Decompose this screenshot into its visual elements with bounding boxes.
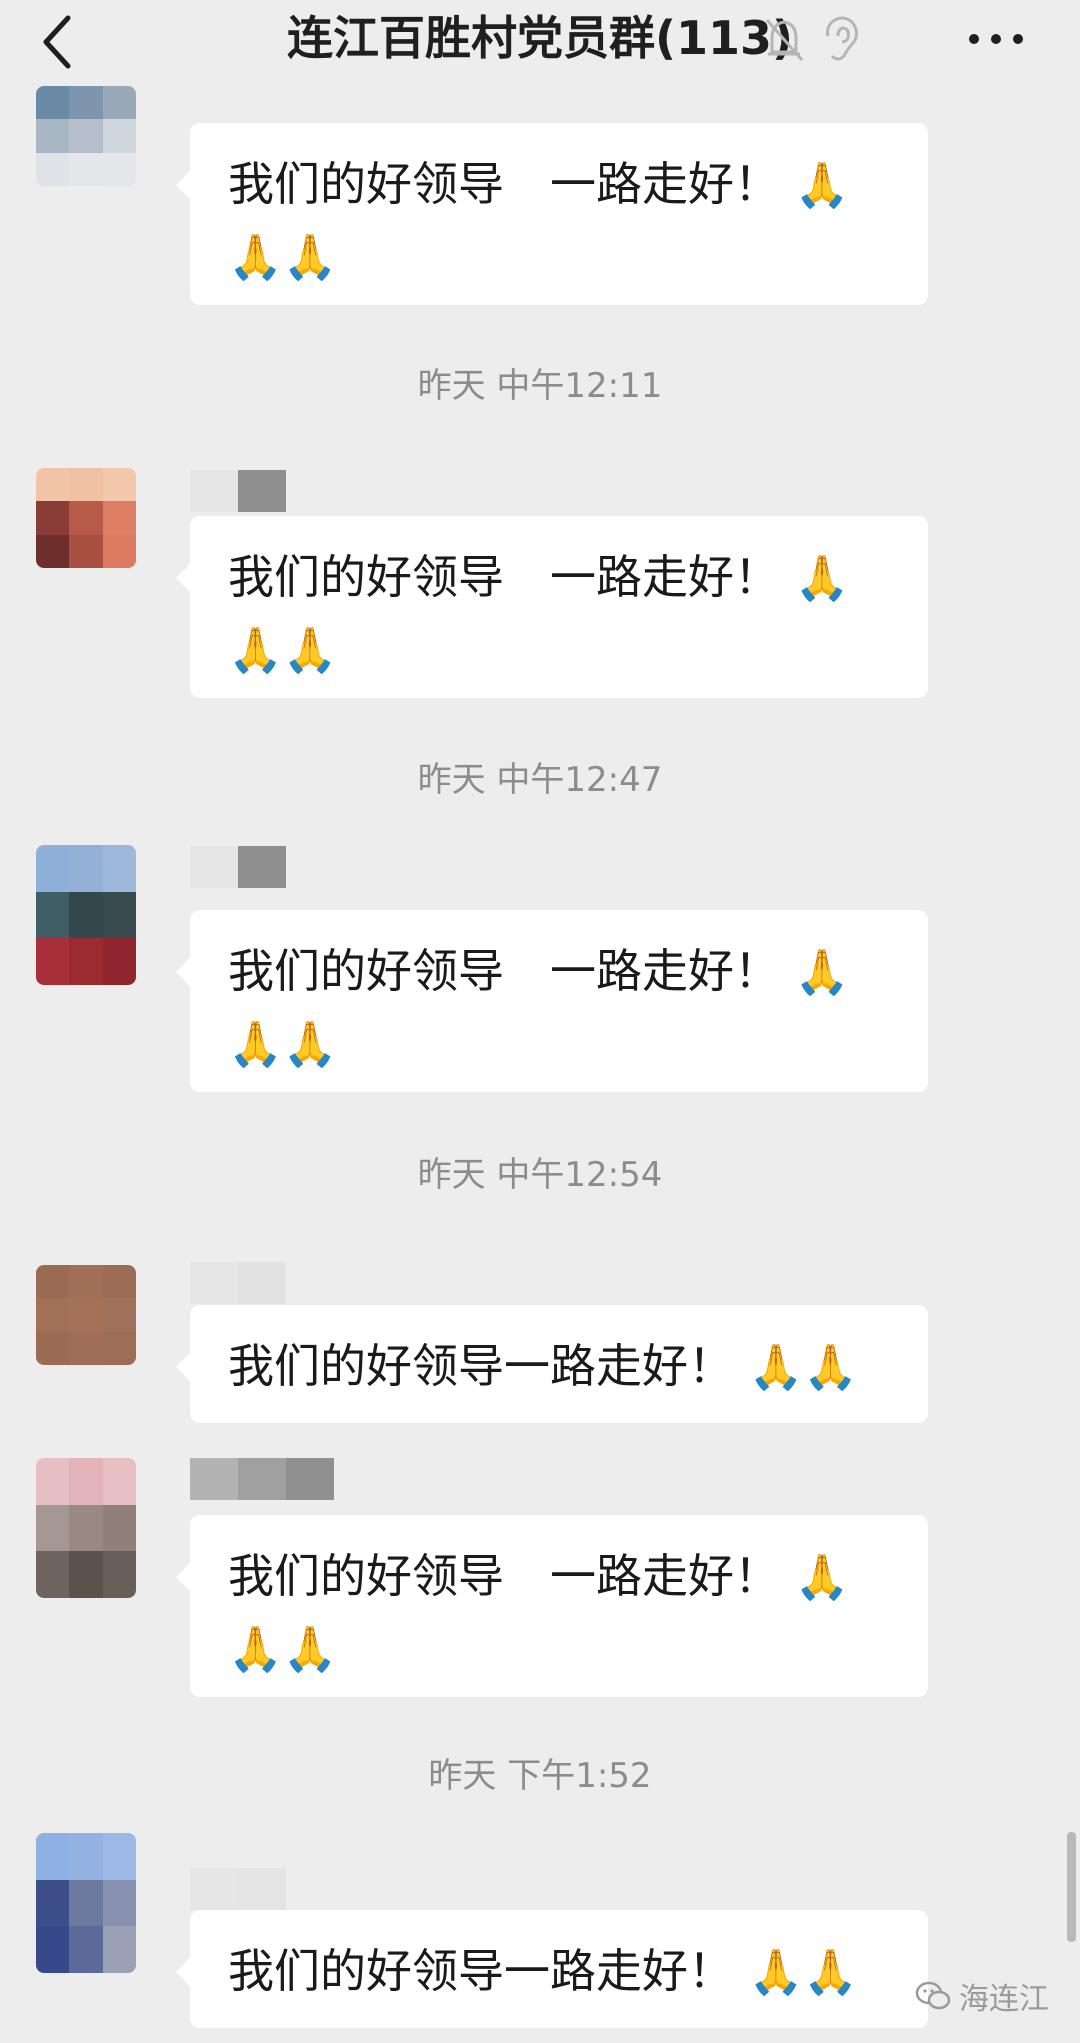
message-text: 一路走好！ — [550, 1549, 780, 1603]
timestamp: 昨天 中午12:54 — [417, 1155, 663, 1195]
sender-name-redacted — [190, 1868, 286, 1910]
message-text: 我们的好领导 — [228, 157, 504, 211]
message-text: 一路走好！ — [550, 157, 780, 211]
status-icons — [765, 16, 859, 61]
avatar[interactable] — [36, 468, 136, 568]
wechat-icon — [915, 1981, 951, 2010]
message-bubble[interactable]: 我们的好领导 一路走好！ 🙏 🙏🙏 — [176, 516, 928, 698]
sender-name-redacted — [190, 1458, 334, 1500]
avatar[interactable] — [36, 1458, 136, 1598]
pray-emoji: 🙏🙏 — [748, 1342, 859, 1393]
avatar[interactable] — [36, 1833, 136, 1973]
message-text: 我们的好领导 — [228, 550, 504, 604]
message-text: 一路走好！ — [550, 944, 780, 998]
avatar[interactable] — [36, 845, 136, 985]
message-bubble[interactable]: 我们的好领导 一路走好！ 🙏 🙏🙏 — [176, 123, 928, 305]
message-text: 我们的好领导一路走好！ — [228, 1339, 734, 1393]
watermark-text: 海连江 — [959, 1982, 1049, 2017]
avatar[interactable] — [36, 86, 136, 186]
message-bubble[interactable]: 我们的好领导 一路走好！ 🙏 🙏🙏 — [176, 1515, 928, 1697]
bell-off-icon — [765, 19, 804, 61]
sender-name-redacted — [190, 846, 286, 888]
pray-emoji: 🙏 — [794, 947, 850, 998]
pray-emoji: 🙏🙏 — [228, 1624, 338, 1675]
avatar[interactable] — [36, 1265, 136, 1365]
message-text: 一路走好！ — [550, 550, 780, 604]
message-bubble[interactable]: 我们的好领导 一路走好！ 🙏 🙏🙏 — [176, 910, 928, 1092]
pray-emoji: 🙏🙏 — [748, 1947, 859, 1998]
watermark: 海连江 — [915, 1976, 1049, 2017]
ear-icon — [826, 16, 859, 61]
timestamp: 昨天 中午12:11 — [417, 366, 663, 406]
message-text: 我们的好领导一路走好！ — [228, 1944, 734, 1998]
sender-name-redacted — [190, 1262, 286, 1304]
timestamp: 昨天 下午1:52 — [428, 1756, 652, 1796]
pray-emoji: 🙏 — [794, 160, 850, 211]
pray-emoji: 🙏 — [794, 553, 850, 604]
pray-emoji: 🙏🙏 — [228, 625, 338, 676]
pray-emoji: 🙏🙏 — [228, 1019, 338, 1070]
message-text: 我们的好领导 — [228, 944, 504, 998]
timestamp: 昨天 中午12:47 — [417, 760, 663, 800]
pray-emoji: 🙏 — [794, 1552, 850, 1603]
pray-emoji: 🙏🙏 — [228, 232, 338, 283]
chat-title: 连江百胜村党员群(113) — [286, 11, 794, 65]
message-text: 我们的好领导 — [228, 1549, 504, 1603]
message-bubble[interactable]: 我们的好领导一路走好！ 🙏🙏 — [176, 1305, 928, 1423]
scrollbar[interactable] — [1067, 1832, 1076, 1942]
sender-name-redacted — [190, 470, 286, 512]
more-dots-icon[interactable] — [965, 14, 1027, 64]
message-bubble[interactable]: 我们的好领导一路走好！ 🙏🙏 — [176, 1910, 928, 2028]
chat-header: 连江百胜村党员群(113) — [0, 0, 1080, 82]
